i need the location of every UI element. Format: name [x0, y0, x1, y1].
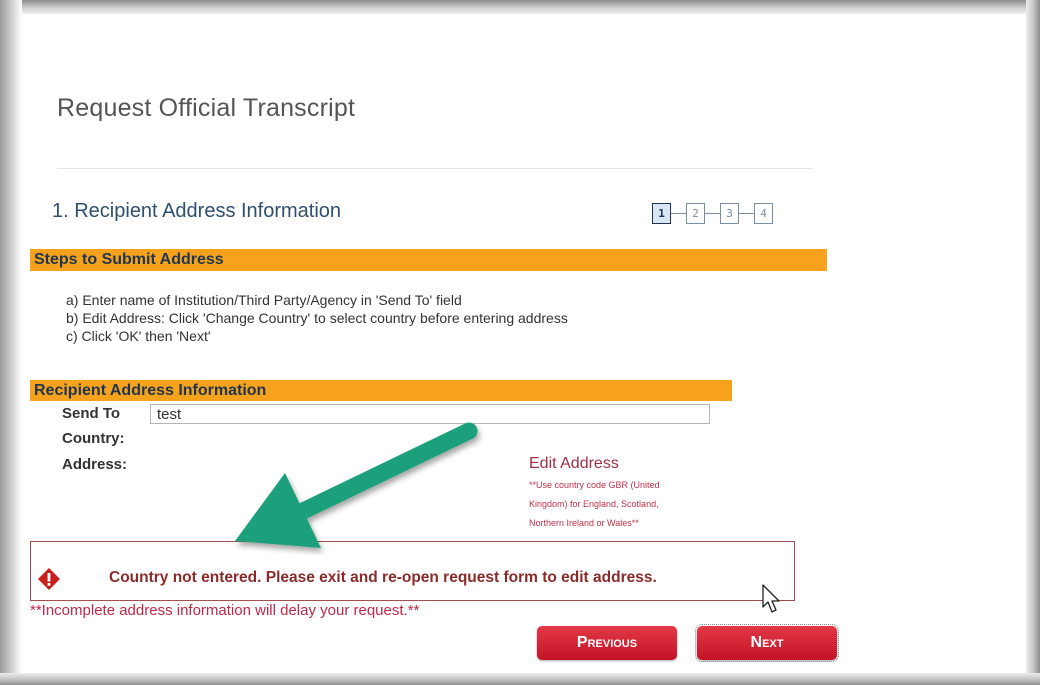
title-divider [57, 168, 812, 169]
instruction-item: a) Enter name of Institution/Third Party… [66, 292, 462, 308]
step-4: 4 [754, 203, 773, 224]
mouse-cursor-icon [762, 584, 780, 613]
window-frame-left [0, 0, 22, 685]
edit-address-link[interactable]: Edit Address [529, 455, 619, 473]
window-frame-top [0, 0, 1040, 14]
note-line: Kingdom) for England, Scotland, [529, 499, 659, 509]
window-frame-bottom [0, 673, 1040, 685]
window-frame-right [1026, 0, 1040, 685]
error-diamond-icon [38, 568, 60, 590]
next-button[interactable]: Next [695, 624, 839, 662]
step-2: 2 [686, 203, 705, 224]
error-text: Country not entered. Please exit and re-… [109, 569, 657, 586]
country-label: Country: [62, 430, 125, 447]
previous-button[interactable]: Previous [537, 626, 677, 660]
step-1: 1 [652, 203, 671, 224]
address-label: Address: [62, 456, 128, 473]
country-code-note: **Use country code GBR (United Kingdom) … [529, 476, 739, 533]
note-line: Northern Ireland or Wales** [529, 518, 639, 528]
green-arrow-icon [235, 422, 478, 548]
instruction-item: b) Edit Address: Click 'Change Country' … [66, 310, 568, 326]
instruction-item: c) Click 'OK' then 'Next' [66, 328, 211, 344]
incomplete-warning: **Incomplete address information will de… [30, 602, 420, 619]
step-connector [705, 213, 720, 214]
note-line: **Use country code GBR (United [529, 480, 660, 490]
page-title: Request Official Transcript [57, 94, 356, 122]
send-to-label: Send To [62, 405, 121, 422]
recipient-header-bar: Recipient Address Information [30, 380, 732, 401]
steps-header-bar: Steps to Submit Address [30, 249, 827, 271]
step-3: 3 [720, 203, 739, 224]
step-connector [671, 213, 686, 214]
instructions-list: a) Enter name of Institution/Third Party… [66, 291, 568, 345]
section-heading: 1. Recipient Address Information [52, 200, 342, 222]
step-connector [739, 213, 754, 214]
